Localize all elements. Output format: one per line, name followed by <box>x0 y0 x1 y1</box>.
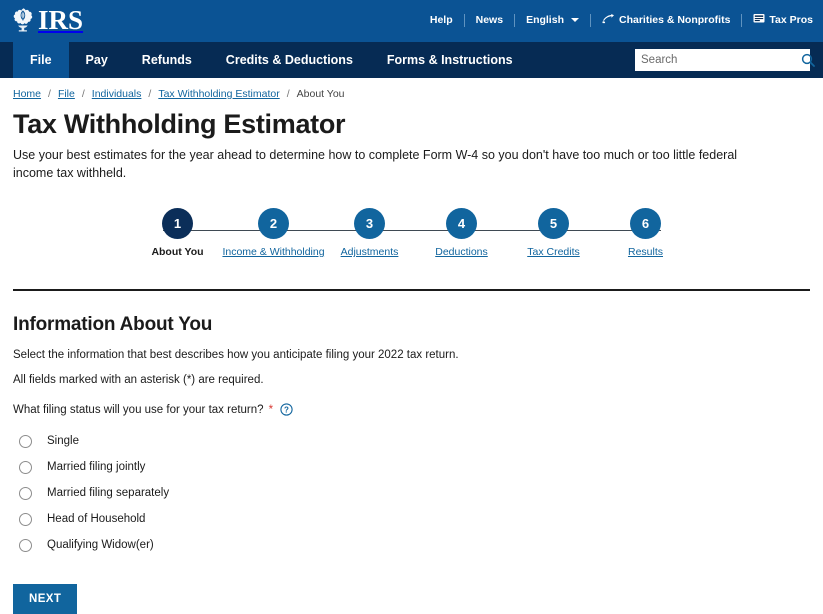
radio-label-married-filing-separately[interactable]: Married filing separately <box>47 487 169 499</box>
search-box <box>635 49 815 71</box>
radio-label-qualifying-widower[interactable]: Qualifying Widow(er) <box>47 539 154 551</box>
radio-label-head-of-household[interactable]: Head of Household <box>47 513 145 525</box>
filing-status-question-label: What filing status will you use for your… <box>13 403 264 416</box>
radio-option-single[interactable]: Single <box>13 428 810 454</box>
step-3-label: Adjustments <box>340 246 399 258</box>
nav-item-refunds[interactable]: Refunds <box>125 42 209 78</box>
section-title: Information About You <box>13 314 213 335</box>
progress-stepper: 1 About You 2 Income & Withholding 3 Adj… <box>132 208 692 266</box>
radio-option-married-filing-separately[interactable]: Married filing separately <box>13 480 810 506</box>
page-description: Use your best estimates for the year ahe… <box>13 148 738 180</box>
radio-input-head-of-household[interactable] <box>19 512 32 526</box>
tax-pros-icon <box>753 13 765 27</box>
radio-input-married-filing-jointly[interactable] <box>19 460 32 474</box>
step-4-deductions[interactable]: 4 Deductions <box>416 208 508 258</box>
step-1-about-you[interactable]: 1 About You <box>132 208 224 258</box>
filing-status-question: What filing status will you use for your… <box>13 403 810 416</box>
next-button[interactable]: NEXT <box>13 584 78 614</box>
breadcrumb-item-individuals[interactable]: Individuals <box>92 88 142 100</box>
utility-link-charities-label: Charities & Nonprofits <box>618 14 731 26</box>
step-1-number: 1 <box>162 208 193 239</box>
step-3-number: 3 <box>354 208 385 239</box>
search-button[interactable] <box>801 49 815 71</box>
breadcrumb-item-about-you: About You <box>296 88 345 100</box>
nav-item-credits-deductions-label: Credits & Deductions <box>225 53 353 67</box>
language-selector[interactable]: English <box>526 14 579 26</box>
step-5-tax-credits[interactable]: 5 Tax Credits <box>508 208 600 258</box>
irs-wordmark: IRS <box>38 5 84 35</box>
breadcrumb: Home / File / Individuals / Tax Withhold… <box>13 78 810 100</box>
charities-icon <box>602 13 615 27</box>
required-marker: * <box>268 403 274 416</box>
section-divider <box>13 289 810 291</box>
nav-item-file[interactable]: File <box>13 42 69 78</box>
radio-option-married-filing-jointly[interactable]: Married filing jointly <box>13 454 810 480</box>
utility-link-news-label: News <box>475 14 504 26</box>
stepper-steps: 1 About You 2 Income & Withholding 3 Adj… <box>132 208 692 258</box>
nav-item-pay-label: Pay <box>85 53 108 67</box>
step-5-label: Tax Credits <box>527 246 580 258</box>
utility-divider <box>589 13 591 27</box>
step-6-label: Results <box>627 246 663 258</box>
page-title: Tax Withholding Estimator <box>13 109 346 139</box>
breadcrumb-separator: / <box>48 88 51 100</box>
nav-item-refunds-label: Refunds <box>141 53 192 67</box>
step-2-income-withholding[interactable]: 2 Income & Withholding <box>222 208 325 258</box>
utility-link-tax-pros-label: Tax Pros <box>769 14 813 26</box>
step-1-label: About You <box>151 246 204 258</box>
utility-link-help[interactable]: Help <box>430 14 453 26</box>
main-navigation: File Pay Refunds Credits & Deductions Fo… <box>0 42 823 78</box>
search-icon <box>801 53 815 67</box>
utility-link-tax-pros[interactable]: Tax Pros <box>753 13 813 27</box>
nav-item-file-label: File <box>30 53 52 67</box>
utility-link-help-label: Help <box>429 14 453 26</box>
breadcrumb-item-tax-withholding-estimator[interactable]: Tax Withholding Estimator <box>158 88 279 100</box>
step-6-results[interactable]: 6 Results <box>600 208 692 258</box>
utility-links: Help News English Charities & Nonprofits <box>430 13 813 27</box>
breadcrumb-item-home[interactable]: Home <box>13 88 41 100</box>
nav-item-forms-instructions-label: Forms & Instructions <box>386 53 513 67</box>
chevron-down-icon <box>570 18 579 22</box>
site-header: IRS Help News English Charities & Nonpro… <box>0 0 823 42</box>
nav-item-forms-instructions[interactable]: Forms & Instructions <box>370 42 530 78</box>
radio-input-married-filing-separately[interactable] <box>19 486 32 500</box>
radio-option-qualifying-widower[interactable]: Qualifying Widow(er) <box>13 532 810 558</box>
section-intro-line-1: Select the information that best describ… <box>13 349 459 361</box>
irs-logo-link[interactable]: IRS <box>9 5 83 35</box>
utility-divider <box>463 13 465 27</box>
breadcrumb-separator: / <box>148 88 152 100</box>
step-6-number: 6 <box>630 208 661 239</box>
irs-eagle-scales-logo-icon <box>13 8 33 32</box>
step-4-number: 4 <box>446 208 477 239</box>
radio-label-married-filing-jointly[interactable]: Married filing jointly <box>47 461 145 473</box>
step-2-label: Income & Withholding <box>222 246 325 258</box>
radio-option-head-of-household[interactable]: Head of Household <box>13 506 810 532</box>
page-content: Home / File / Individuals / Tax Withhold… <box>0 78 823 614</box>
utility-divider <box>514 13 516 27</box>
section-intro-line-2: All fields marked with an asterisk (*) a… <box>13 374 264 386</box>
search-input[interactable] <box>635 50 801 70</box>
step-3-adjustments[interactable]: 3 Adjustments <box>324 208 416 258</box>
radio-input-single[interactable] <box>19 434 32 448</box>
breadcrumb-item-file[interactable]: File <box>58 88 75 100</box>
filing-status-radio-group: Single Married filing jointly Married fi… <box>13 428 810 558</box>
step-2-number: 2 <box>258 208 289 239</box>
radio-input-qualifying-widower[interactable] <box>19 538 32 552</box>
breadcrumb-separator: / <box>81 88 85 100</box>
utility-divider <box>741 13 743 27</box>
nav-item-credits-deductions[interactable]: Credits & Deductions <box>209 42 370 78</box>
step-5-number: 5 <box>538 208 569 239</box>
question-circle-icon[interactable]: ? <box>280 403 293 416</box>
radio-label-single[interactable]: Single <box>47 435 79 447</box>
step-4-label: Deductions <box>435 246 488 258</box>
svg-text:?: ? <box>284 406 289 415</box>
utility-link-charities-nonprofits[interactable]: Charities & Nonprofits <box>602 13 730 27</box>
language-selector-label: English <box>526 14 564 26</box>
utility-link-news[interactable]: News <box>476 14 503 26</box>
breadcrumb-separator: / <box>286 88 290 100</box>
nav-item-pay[interactable]: Pay <box>69 42 125 78</box>
